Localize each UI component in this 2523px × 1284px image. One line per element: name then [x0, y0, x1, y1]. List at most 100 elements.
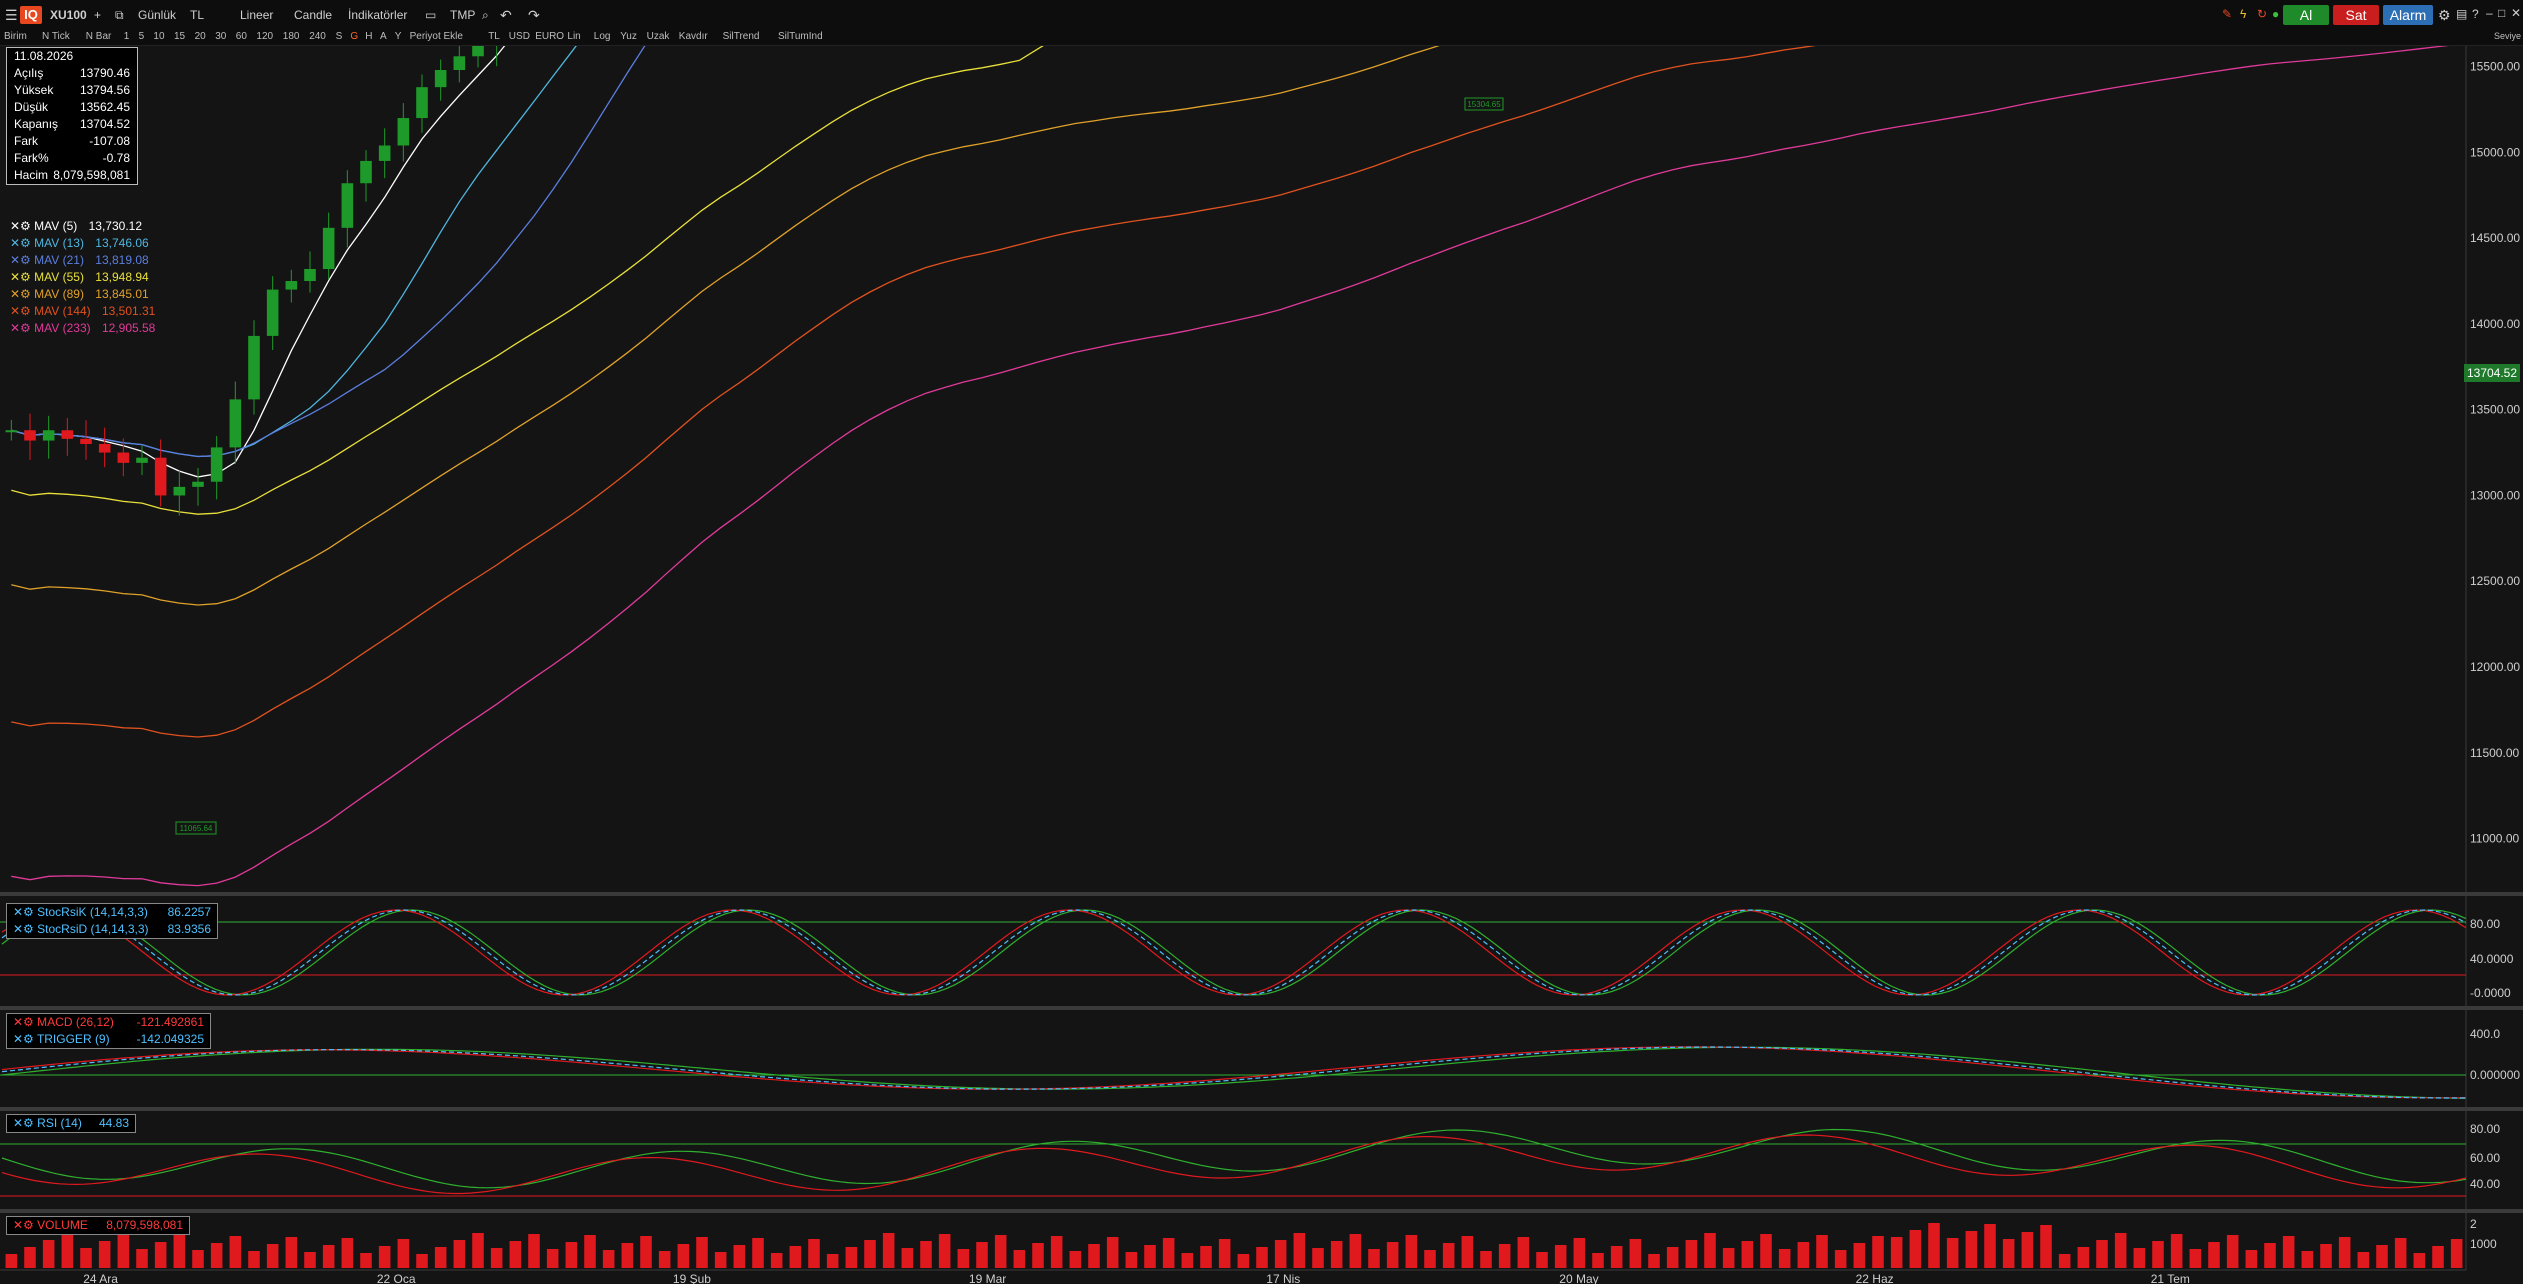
volume-bar [472, 1233, 484, 1268]
chart-canvas: 15500.00 15000.00 14500.00 14000.00 13500.00… [0, 0, 2523, 1284]
ohlc-value: 13562.45 [79, 100, 130, 114]
add-symbol-button[interactable]: + [94, 8, 101, 22]
minimize-icon[interactable]: – [2486, 6, 2493, 20]
symbol-field[interactable]: XU100 [50, 8, 87, 22]
ma-legend-item[interactable]: ✕⚙ MAV (55) 13,948.94 [10, 270, 149, 284]
refresh-icon[interactable]: ↻ [2257, 7, 2267, 21]
scale-dropdown[interactable]: Lineer [240, 8, 273, 22]
flash-icon[interactable]: ϟ [2240, 7, 2246, 21]
volume-legend: ✕⚙ VOLUME 8,079,598,081 [6, 1216, 190, 1235]
volume-bar [2226, 1235, 2239, 1268]
ma-legend-item[interactable]: ✕⚙ MAV (21) 13,819.08 [10, 253, 149, 267]
layout-icon[interactable]: ▤ [2456, 7, 2467, 21]
pin-icon[interactable]: ✎ [2222, 7, 2232, 21]
remove-icon[interactable]: ✕⚙ [13, 922, 34, 936]
ohlc-value: -0.78 [102, 151, 130, 165]
close-icon[interactable]: ✕ [2511, 6, 2521, 20]
period-item[interactable]: 60 [236, 31, 247, 42]
candle-body [434, 70, 447, 88]
volume-bar [2021, 1232, 2034, 1268]
period-item[interactable]: TL [488, 31, 500, 42]
remove-icon[interactable]: ✕⚙ [10, 304, 34, 318]
period-item[interactable]: 30 [215, 31, 226, 42]
redo-icon[interactable]: ↷ [528, 7, 540, 24]
remove-icon[interactable]: ✕⚙ [10, 321, 34, 335]
volume-bar [1293, 1233, 1306, 1268]
period-item[interactable]: N Tick [42, 31, 70, 42]
app-logo: IQ [20, 6, 42, 24]
volume-bar [528, 1234, 540, 1268]
candle-body [61, 430, 74, 439]
period-item[interactable]: SilTrend [723, 31, 760, 42]
candle-body [453, 56, 466, 71]
ma-legend-item[interactable]: ✕⚙ MAV (89) 13,845.01 [10, 287, 149, 301]
remove-icon[interactable]: ✕⚙ [10, 270, 34, 284]
remove-icon[interactable]: ✕⚙ [10, 253, 34, 267]
period-item[interactable]: EURO [535, 31, 564, 42]
remove-icon[interactable]: ✕⚙ [13, 1116, 34, 1130]
period-item[interactable]: 20 [195, 31, 206, 42]
volume-bar [416, 1254, 428, 1268]
last-price-tag: 13704.52 [2464, 364, 2520, 382]
period-item[interactable]: A [380, 31, 387, 42]
period-item[interactable]: N Bar [86, 31, 112, 42]
period-item[interactable]: G [350, 31, 358, 42]
remove-icon[interactable]: ✕⚙ [10, 236, 34, 250]
period-item[interactable]: Birim [4, 31, 27, 42]
folder-icon[interactable]: ▭ [425, 8, 436, 22]
remove-icon[interactable]: ✕⚙ [13, 1015, 34, 1029]
maximize-icon[interactable]: □ [2498, 6, 2505, 20]
ohlc-label: Fark [14, 134, 38, 148]
ma-legend-item[interactable]: ✕⚙ MAV (144) 13,501.31 [10, 304, 155, 318]
period-item[interactable]: 120 [256, 31, 273, 42]
period-item[interactable]: Periyot Ekle [410, 31, 463, 42]
volume-bar [808, 1239, 820, 1268]
period-dropdown[interactable]: Günlük [138, 8, 176, 22]
period-item[interactable]: 240 [309, 31, 326, 42]
period-item[interactable]: 1 [124, 31, 130, 42]
template-button[interactable]: TMP [450, 8, 475, 22]
period-item[interactable]: H [365, 31, 372, 42]
ma-legend-item[interactable]: ✕⚙ MAV (5) 13,730.12 [10, 219, 142, 233]
volume-bar [752, 1238, 764, 1268]
period-item[interactable]: 15 [174, 31, 185, 42]
pane-separator [0, 1107, 2523, 1111]
settings-icon[interactable]: ⚙ [2438, 7, 2451, 24]
undo-icon[interactable]: ↶ [500, 7, 512, 24]
help-icon[interactable]: ? [2472, 7, 2479, 21]
remove-icon[interactable]: ✕⚙ [10, 219, 34, 233]
ma-legend-item[interactable]: ✕⚙ MAV (233) 12,905.58 [10, 321, 155, 335]
zoom-icon[interactable]: ⌕ [482, 8, 489, 23]
remove-icon[interactable]: ✕⚙ [13, 1032, 34, 1046]
indicators-menu[interactable]: İndikatörler [348, 8, 407, 22]
buy-button[interactable]: Al [2283, 5, 2329, 25]
menu-icon[interactable]: ☰ [5, 7, 18, 24]
currency-dropdown[interactable]: TL [190, 8, 204, 22]
circle-icon[interactable]: ● [2272, 7, 2279, 21]
period-item[interactable]: Lin [567, 31, 580, 42]
period-item[interactable]: 10 [153, 31, 164, 42]
period-item[interactable]: 180 [283, 31, 300, 42]
volume-bar [1816, 1235, 1828, 1268]
remove-icon[interactable]: ✕⚙ [10, 287, 34, 301]
period-item[interactable]: 5 [139, 31, 145, 42]
popout-icon[interactable]: ⧉ [115, 8, 124, 23]
period-item[interactable]: Uzak [647, 31, 670, 42]
period-item[interactable]: SilTumInd [778, 31, 823, 42]
remove-icon[interactable]: ✕⚙ [13, 905, 34, 919]
ma-legend-item[interactable]: ✕⚙ MAV (13) 13,746.06 [10, 236, 149, 250]
period-item[interactable]: S [336, 31, 343, 42]
chart-type-dropdown[interactable]: Candle [294, 8, 332, 22]
period-item[interactable]: Kavdır [679, 31, 708, 42]
sell-button[interactable]: Sat [2333, 5, 2379, 25]
period-item[interactable]: Log [594, 31, 611, 42]
period-item[interactable]: USD [509, 31, 530, 42]
indicator-tick: 80.00 [2470, 917, 2500, 931]
remove-icon[interactable]: ✕⚙ [13, 1218, 34, 1232]
ma-label: MAV (233) [34, 321, 91, 335]
period-item[interactable]: Yuz [620, 31, 637, 42]
volume-bar [1872, 1236, 1884, 1268]
alarm-button[interactable]: Alarm [2383, 5, 2433, 25]
volume-bar [2320, 1244, 2332, 1268]
period-item[interactable]: Y [395, 31, 402, 42]
